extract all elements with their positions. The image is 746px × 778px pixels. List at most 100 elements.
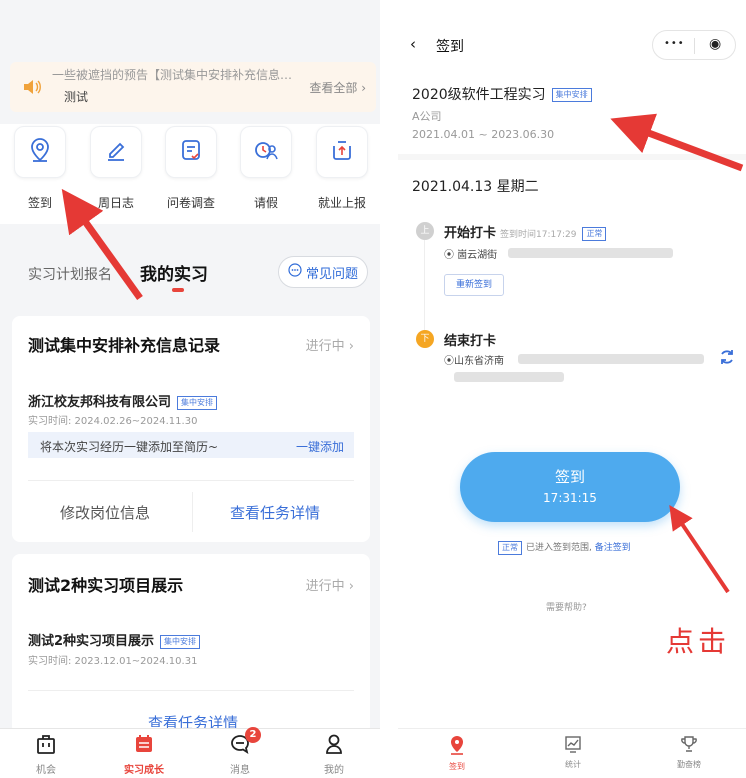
normal-tag: 正常: [498, 540, 522, 555]
company-name: 浙江校友邦科技有限公司 集中安排: [28, 391, 218, 410]
project-company: A公司: [412, 110, 442, 123]
start-punch-title: 开始打卡 签到时间17:17:29 正常: [444, 222, 607, 241]
chat-dots-icon: [288, 263, 302, 281]
left-screen: 一些被遮挡的预告【测试集中安排补充信息… 测试 查看全部 › 签到 周日志 问卷…: [0, 0, 380, 778]
tab-label: 机会: [36, 765, 56, 776]
person-icon: [323, 734, 345, 759]
arrangement-badge: 集中安排: [160, 634, 201, 649]
more-dots-icon[interactable]: •••: [664, 38, 685, 49]
tab-internship-growth[interactable]: 实习成长: [114, 733, 174, 776]
nav-bar: ‹ 签到 ••• ◉: [398, 28, 746, 64]
quick-action-weekly-log[interactable]: 周日志: [86, 126, 146, 211]
status-label: 进行中 ›: [305, 579, 354, 594]
signin-button[interactable]: 签到 17:31:15: [460, 452, 680, 522]
tab-plan-registration[interactable]: 实习计划报名: [28, 264, 112, 284]
divider: [28, 690, 354, 691]
edit-pen-icon: [104, 138, 128, 166]
remark-signin-link[interactable]: 备注签到: [595, 543, 631, 553]
company-name: 测试2种实习项目展示 集中安排: [28, 630, 201, 649]
unread-badge: 2: [245, 727, 261, 743]
tab-label: 签到: [449, 762, 465, 771]
arrangement-badge: 集中安排: [551, 88, 592, 102]
arrangement-badge: 集中安排: [177, 395, 218, 410]
status-label: 进行中 ›: [305, 339, 354, 354]
quick-action-signin[interactable]: 签到: [10, 126, 70, 211]
refresh-location-icon[interactable]: [718, 348, 736, 370]
end-punch-title: 结束打卡: [444, 334, 497, 349]
capsule-separator: [694, 38, 695, 54]
blurred-address: [508, 248, 673, 258]
internship-card[interactable]: 测试2种实习项目展示 进行中 › 测试2种实习项目展示 集中安排 实习时间: 20…: [12, 554, 370, 734]
tab-label: 统计: [565, 760, 581, 769]
tab-profile[interactable]: 我的: [304, 733, 364, 776]
tab-label: 消息: [230, 765, 250, 776]
notice-text-faded: 一些被遮挡的预告【测试集中安排补充信息…: [52, 68, 293, 82]
internship-period: 实习时间: 2024.02.26~2024.11.30: [28, 416, 198, 427]
quick-action-label: 就业上报: [317, 196, 366, 210]
quick-action-survey[interactable]: 问卷调查: [161, 126, 221, 211]
view-task-details-button[interactable]: 查看任务详情: [230, 502, 320, 523]
quick-action-leave[interactable]: 请假: [236, 126, 296, 211]
quick-action-label: 问卷调查: [166, 196, 215, 210]
project-name: 2020级软件工程实习 集中安排: [412, 84, 592, 104]
tab-label: 勤奋榜: [677, 760, 701, 769]
location-pin-icon: ⦿: [444, 250, 454, 261]
quick-actions: 签到 周日志 问卷调查 请假 就业上报: [0, 124, 380, 224]
tab-statistics[interactable]: 统计: [548, 735, 598, 770]
notice-bar[interactable]: 一些被遮挡的预告【测试集中安排补充信息… 测试 查看全部 ›: [10, 62, 376, 112]
normal-tag: 正常: [582, 226, 607, 241]
click-annotation: 点击: [666, 625, 731, 658]
signin-clock: 17:31:15: [543, 491, 597, 505]
quick-action-label: 请假: [253, 196, 278, 210]
section-divider: [398, 154, 746, 160]
location-pin-icon: ⦿: [444, 356, 454, 367]
divider: [28, 480, 354, 481]
tab-diligence-ranking[interactable]: 勤奋榜: [664, 735, 714, 770]
one-click-add-link[interactable]: 一键添加: [296, 438, 344, 455]
quick-action-employment-report[interactable]: 就业上报: [312, 126, 372, 211]
bottom-tab-bar: 机会 实习成长 2 消息 我的: [0, 727, 380, 778]
help-link[interactable]: 需要帮助?: [546, 600, 587, 613]
current-date: 2021.04.13 星期二: [412, 179, 539, 195]
blurred-address: [454, 372, 564, 382]
upload-report-icon: [330, 138, 354, 166]
blurred-address: [518, 354, 704, 364]
tab-my-internship[interactable]: 我的实习: [140, 260, 208, 285]
quick-action-label: 签到: [27, 196, 52, 210]
trophy-icon: [680, 736, 698, 757]
location-pin-icon: [28, 137, 52, 167]
quick-action-label: 周日志: [97, 196, 134, 210]
right-screen: ‹ 签到 ••• ◉ 2020级软件工程实习 集中安排 A公司 2021.04.0…: [398, 0, 746, 778]
card-title: 测试2种实习项目展示: [28, 576, 184, 595]
re-signin-button[interactable]: 重新签到: [444, 274, 504, 296]
card-title: 测试集中安排补充信息记录: [28, 336, 221, 355]
chart-icon: [564, 736, 582, 757]
end-location: ⦿山东省济南: [444, 356, 504, 367]
end-marker: 下: [416, 330, 434, 348]
timeline-line: [424, 240, 425, 332]
signin-range-status: 正常 已进入签到范围, 备注签到: [498, 540, 631, 555]
tab-signin[interactable]: 签到: [432, 735, 482, 772]
briefcase-icon: [35, 735, 57, 759]
close-circle-icon[interactable]: ◉: [709, 36, 721, 52]
view-all-link[interactable]: 查看全部 ›: [309, 79, 366, 96]
chat-bubble-icon: [229, 735, 251, 759]
tab-messages[interactable]: 2 消息: [210, 727, 270, 776]
speaker-icon: [22, 79, 42, 99]
internship-card[interactable]: 测试集中安排补充信息记录 进行中 › 浙江校友邦科技有限公司 集中安排 实习时间:…: [12, 316, 370, 542]
faq-label: 常见问题: [305, 266, 358, 282]
divider-vertical: [192, 492, 193, 532]
tab-label: 实习成长: [124, 765, 164, 776]
active-tab-indicator: [172, 288, 184, 292]
tab-opportunities[interactable]: 机会: [16, 733, 76, 776]
back-chevron-icon[interactable]: ‹: [410, 35, 416, 53]
add-to-resume-text: 将本次实习经历一键添加至简历~: [40, 440, 219, 454]
project-dates: 2021.04.01 ~ 2023.06.30: [412, 128, 555, 141]
leave-icon: [253, 138, 279, 166]
faq-button[interactable]: 常见问题: [278, 256, 368, 288]
start-marker: 上: [416, 222, 434, 240]
edit-position-button[interactable]: 修改岗位信息: [60, 502, 150, 523]
calendar-icon: [133, 735, 155, 759]
add-to-resume-bar: 将本次实习经历一键添加至简历~ 一键添加: [28, 432, 354, 458]
notice-text: 测试: [64, 90, 89, 104]
